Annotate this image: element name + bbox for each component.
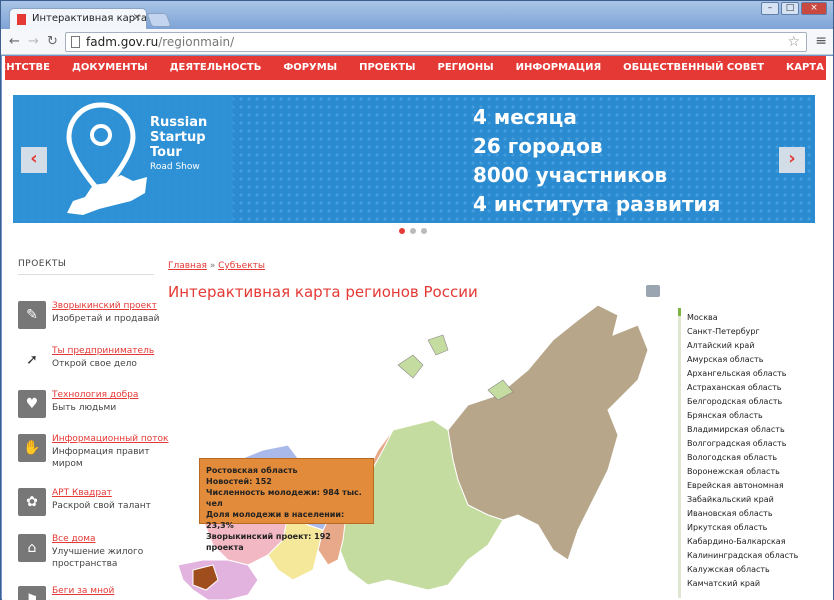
nav-sitemap[interactable]: КАРТА САЙТА xyxy=(775,56,833,80)
project-item[interactable]: ✋ Информационный поток Информация правит… xyxy=(18,434,168,470)
runners-icon: ⚑ xyxy=(18,586,46,600)
region-tooltip: Ростовская область Новостей: 152 Численн… xyxy=(199,458,374,552)
hand-icon: ✋ xyxy=(18,434,46,462)
banner-next-button[interactable]: › xyxy=(779,147,805,173)
region-list-item[interactable]: Вологодская область xyxy=(687,451,798,465)
forward-icon[interactable]: → xyxy=(28,34,39,49)
maximize-button[interactable]: □ xyxy=(781,2,799,15)
project-item[interactable]: ✿ АРТ Квадрат Раскрой свой талант xyxy=(18,488,158,518)
close-window-button[interactable]: × xyxy=(801,2,827,15)
nav-information[interactable]: ИНФОРМАЦИЯ xyxy=(505,56,613,80)
project-item[interactable]: ⚑ Беги за мной xyxy=(18,586,158,600)
banner-brand: Russian Startup Tour Road Show xyxy=(150,115,208,172)
web-page: ОБ АГЕНТСТВЕ ДОКУМЕНТЫ ДЕЯТЕЛЬНОСТЬ ФОРУ… xyxy=(2,56,833,600)
nav-about[interactable]: ОБ АГЕНТСТВЕ xyxy=(2,56,61,80)
region-list-item[interactable]: Алтайский край xyxy=(687,339,798,353)
banner-stats: 4 месяца 26 городов 8000 участников 4 ин… xyxy=(473,105,721,216)
region-list-item[interactable]: Воронежская область xyxy=(687,465,798,479)
close-tab-icon[interactable]: × xyxy=(133,12,141,23)
project-item[interactable]: ➚ Ты предприниматель Открой свое дело xyxy=(18,346,158,376)
region-list-item[interactable]: Москва xyxy=(687,311,798,325)
url-host: fadm.gov.ru xyxy=(86,35,159,49)
region-list-item[interactable]: Амурская область xyxy=(687,353,798,367)
page-icon xyxy=(71,36,80,48)
region-list-item[interactable]: Иркутская область xyxy=(687,521,798,535)
region-list-item[interactable]: Брянская область xyxy=(687,409,798,423)
region-list-item[interactable]: Волгоградская область xyxy=(687,437,798,451)
breadcrumb-home-link[interactable]: Главная xyxy=(168,261,207,271)
russia-map[interactable] xyxy=(168,300,668,600)
promo-banner[interactable]: Russian Startup Tour Road Show 4 месяца … xyxy=(13,95,815,223)
new-tab-button[interactable] xyxy=(146,13,172,27)
region-list-item[interactable]: Еврейская автономная xyxy=(687,479,798,493)
region-list-item[interactable]: Калининградская область xyxy=(687,549,798,563)
region-list-item[interactable]: Ивановская область xyxy=(687,507,798,521)
back-icon[interactable]: ← xyxy=(9,34,20,49)
region-list-item[interactable]: Камчатский край xyxy=(687,577,798,591)
print-icon[interactable] xyxy=(646,285,660,297)
nav-regions[interactable]: РЕГИОНЫ xyxy=(426,56,504,80)
region-list-item[interactable]: Астраханская область xyxy=(687,381,798,395)
minimize-button[interactable]: – xyxy=(761,2,779,15)
map-pin-logo-icon xyxy=(66,102,147,215)
project-item[interactable]: ✎ Зворыкинский проект Изобретай и продав… xyxy=(18,301,160,331)
region-list-scrollbar[interactable] xyxy=(678,308,681,598)
region-list-item[interactable]: Калужская область xyxy=(687,563,798,577)
nav-forums[interactable]: ФОРУМЫ xyxy=(272,56,348,80)
runner-icon: ➚ xyxy=(18,346,46,374)
url-path: /regionmain/ xyxy=(158,35,235,49)
address-bar[interactable]: fadm.gov.ru/regionmain/ ☆ xyxy=(65,32,807,52)
project-item[interactable]: ♥ Технология добра Быть людьми xyxy=(18,390,158,420)
carousel-dot-3[interactable] xyxy=(421,228,427,234)
region-list-item[interactable]: Санкт-Петербург xyxy=(687,325,798,339)
zvorykin-icon: ✎ xyxy=(18,301,46,329)
project-item[interactable]: ⌂ Все дома Улучшение жилого пространства xyxy=(18,534,158,570)
main-nav: ОБ АГЕНТСТВЕ ДОКУМЕНТЫ ДЕЯТЕЛЬНОСТЬ ФОРУ… xyxy=(2,56,833,80)
art-icon: ✿ xyxy=(18,488,46,516)
breadcrumb: Главная » Субъекты xyxy=(168,261,265,271)
region-list-item[interactable]: Архангельская область xyxy=(687,367,798,381)
region-list-item[interactable]: Белгородская область xyxy=(687,395,798,409)
region-list-item[interactable]: Владимирская область xyxy=(687,423,798,437)
menu-icon[interactable]: ≡ xyxy=(815,33,827,49)
title-bar: Интерактивная карта регио × – □ × xyxy=(1,1,833,30)
browser-tab[interactable]: Интерактивная карта регио × xyxy=(9,8,147,30)
browser-toolbar: ← → ↻ fadm.gov.ru/regionmain/ ☆ ≡ xyxy=(1,29,833,55)
page-title: Интерактивная карта регионов России xyxy=(168,283,478,301)
carousel-dots xyxy=(399,228,427,234)
sidebar-title: ПРОЕКТЫ xyxy=(18,259,67,269)
house-icon: ⌂ xyxy=(18,534,46,562)
region-list-item[interactable]: Кабардино-Балкарская xyxy=(687,535,798,549)
nav-projects[interactable]: ПРОЕКТЫ xyxy=(348,56,426,80)
reload-icon[interactable]: ↻ xyxy=(47,34,58,49)
browser-window: Интерактивная карта регио × – □ × ← → ↻ … xyxy=(0,0,834,600)
favicon-icon xyxy=(17,14,26,25)
window-controls: – □ × xyxy=(761,2,827,15)
breadcrumb-current-link[interactable]: Субъекты xyxy=(218,261,265,271)
nav-documents[interactable]: ДОКУМЕНТЫ xyxy=(61,56,159,80)
region-list-item[interactable]: Забайкальский край xyxy=(687,493,798,507)
heart-icon: ♥ xyxy=(18,390,46,418)
region-islands xyxy=(397,334,514,401)
nav-activity[interactable]: ДЕЯТЕЛЬНОСТЬ xyxy=(159,56,273,80)
banner-prev-button[interactable]: ‹ xyxy=(21,147,47,173)
tab-title: Интерактивная карта регио xyxy=(32,13,147,24)
carousel-dot-2[interactable] xyxy=(410,228,416,234)
bookmark-star-icon[interactable]: ☆ xyxy=(787,34,800,50)
nav-public-council[interactable]: ОБЩЕСТВЕННЫЙ СОВЕТ xyxy=(612,56,775,80)
carousel-dot-1[interactable] xyxy=(399,228,405,234)
